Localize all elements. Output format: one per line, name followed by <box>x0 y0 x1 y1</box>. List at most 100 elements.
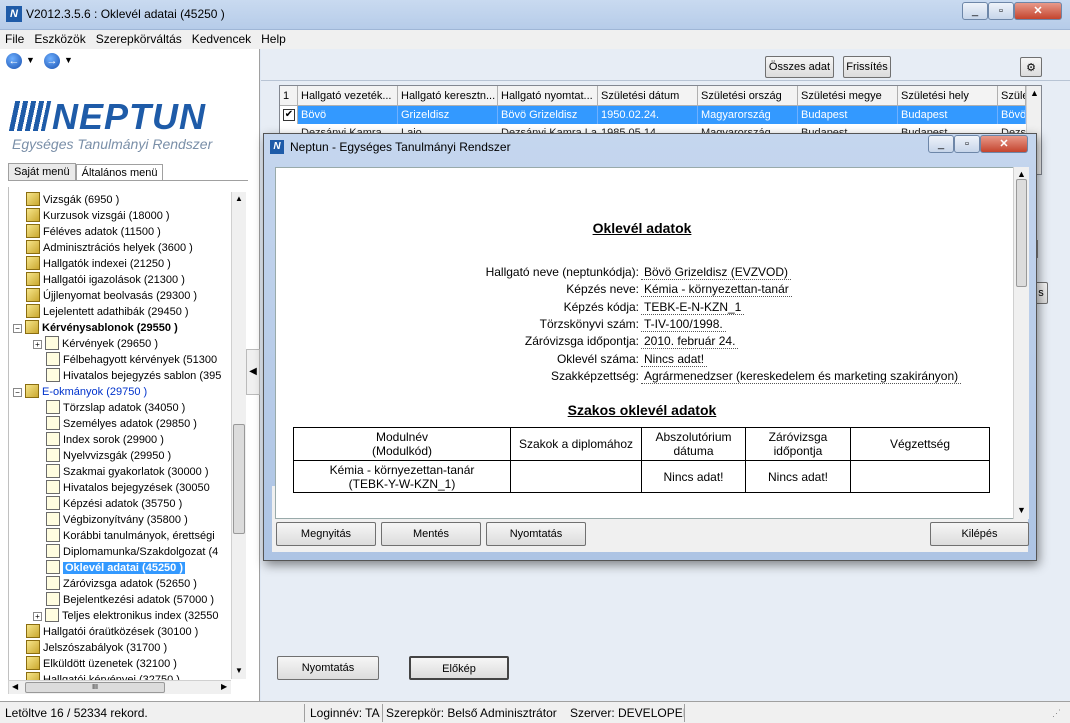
menu-help[interactable]: Help <box>256 30 291 48</box>
preview-scroll-thumb[interactable] <box>1016 179 1027 287</box>
tree-item[interactable]: Hallgatói igazolások (21300 ) <box>26 272 185 288</box>
scroll-left-icon[interactable]: ◀ <box>12 682 18 691</box>
settings-icon[interactable]: ⚙ <box>1020 57 1042 77</box>
tree-item[interactable]: Nyelvvizsgák (29950 ) <box>46 448 171 464</box>
tree-scroll-thumb[interactable] <box>233 424 245 534</box>
scroll-right-icon[interactable]: ▶ <box>221 682 227 691</box>
grid-column-header[interactable]: Születési ország <box>698 86 798 106</box>
dialog-close-button[interactable]: ✕ <box>980 135 1028 153</box>
back-dropdown-icon[interactable]: ▼ <box>26 55 35 65</box>
preview-vertical-scrollbar[interactable]: ▲ ▼ <box>1013 167 1029 519</box>
grid-cell[interactable]: Budapest <box>898 106 998 124</box>
osszes-adat-button[interactable]: Összes adat <box>765 56 834 78</box>
tree-item[interactable]: Diplomamunka/Szakdolgozat (4 <box>46 544 218 560</box>
minimize-button[interactable]: _ <box>962 2 988 20</box>
tree-item[interactable]: − E-okmányok (29750 ) <box>13 384 147 400</box>
tree-item[interactable]: + Kérvények (29650 ) <box>33 336 158 352</box>
grid-column-header[interactable]: Születési dátum <box>598 86 698 106</box>
mentes-button[interactable]: Mentés <box>381 522 481 546</box>
tree-item-label: Kurzusok vizsgái (18000 ) <box>43 210 170 222</box>
tree-item[interactable]: + Teljes elektronikus index (32550 <box>33 608 219 624</box>
maximize-button[interactable]: ▫ <box>988 2 1014 20</box>
document-icon <box>46 368 60 382</box>
menu-szerepkorvaltas[interactable]: Szerepkörváltás <box>91 30 187 48</box>
grid-cell[interactable]: Bövö Grizeldisz <box>498 106 598 124</box>
megnyitas-button[interactable]: Megnyitás <box>276 522 376 546</box>
module-folder-icon <box>26 272 40 286</box>
frissites-button[interactable]: Frissítés <box>843 56 891 78</box>
tree-item[interactable]: Szakmai gyakorlatok (30000 ) <box>46 464 209 480</box>
row-checkbox[interactable]: ✔ <box>280 106 298 124</box>
grid-column-header[interactable]: Szüle <box>998 86 1026 106</box>
scroll-down-icon[interactable]: ▼ <box>235 666 243 675</box>
expand-icon[interactable]: + <box>33 340 42 349</box>
grid-cell[interactable]: Bövö <box>298 106 398 124</box>
tree-item[interactable]: Félbehagyott kérvények (51300 <box>46 352 217 368</box>
collapse-icon[interactable]: − <box>13 388 22 397</box>
tab-sajat-menu[interactable]: Saját menü <box>8 163 76 180</box>
tree-item[interactable]: Vizsgák (6950 ) <box>26 192 119 208</box>
tree-item[interactable]: Kurzusok vizsgái (18000 ) <box>26 208 170 224</box>
tree-item[interactable]: Záróvizsga adatok (52650 ) <box>46 576 197 592</box>
tree-item[interactable]: − Kérvénysablonok (29550 ) <box>13 320 178 336</box>
grid-column-header[interactable]: Születési hely <box>898 86 998 106</box>
field-label: Záróvizsga időpontja: <box>524 334 639 349</box>
scroll-up-icon[interactable]: ▲ <box>235 194 243 203</box>
tree-item[interactable]: Hallgatók indexei (21250 ) <box>26 256 171 272</box>
close-button[interactable]: ✕ <box>1014 2 1062 20</box>
menu-kedvencek[interactable]: Kedvencek <box>187 30 256 48</box>
tab-altalanos-menu[interactable]: Általános menü <box>75 164 164 181</box>
grid-column-header[interactable]: Születési megye <box>798 86 898 106</box>
scroll-down-icon[interactable]: ▼ <box>1017 505 1026 515</box>
tree-item[interactable]: Adminisztrációs helyek (3600 ) <box>26 240 193 256</box>
elokep-button[interactable]: Előkép <box>409 656 509 680</box>
tree-item[interactable]: Lejelentett adathibák (29450 ) <box>26 304 189 320</box>
tree-item[interactable]: Index sorok (29900 ) <box>46 432 164 448</box>
menu-eszkozok[interactable]: Eszközök <box>29 30 90 48</box>
grid-column-header[interactable]: Hallgató nyomtat... <box>498 86 598 106</box>
tree-hscroll-thumb[interactable]: III <box>25 682 165 693</box>
tree-item[interactable]: Korábbi tanulmányok, érettségi <box>46 528 215 544</box>
kilepes-button[interactable]: Kilépés <box>930 522 1029 546</box>
grid-cell[interactable]: Grizeldisz <box>398 106 498 124</box>
tree-item[interactable]: Képzési adatok (35750 ) <box>46 496 182 512</box>
report-preview: Oklevél adatok Hallgató neve (neptunkódj… <box>275 167 1015 519</box>
tree-item[interactable]: Végbizonyítvány (35800 ) <box>46 512 188 528</box>
tree-item[interactable]: Hivatalos bejegyzések (30050 <box>46 480 210 496</box>
tree-item[interactable]: Újjlenyomat beolvasás (29300 ) <box>26 288 197 304</box>
tree-item[interactable]: Személyes adatok (29850 ) <box>46 416 197 432</box>
tree-item[interactable]: Hallgatói óraütközések (30100 ) <box>26 624 198 640</box>
logo-subtitle: Egységes Tanulmányi Rendszer <box>12 136 213 152</box>
tree-item[interactable]: Jelszószabályok (31700 ) <box>26 640 167 656</box>
scroll-up-icon[interactable]: ▲ <box>1030 88 1039 98</box>
tree-item[interactable]: Bejelentkezési adatok (57000 ) <box>46 592 214 608</box>
grid-column-header[interactable]: Hallgató vezeték... <box>298 86 398 106</box>
grid-column-header[interactable]: Hallgató keresztn... <box>398 86 498 106</box>
tree-horizontal-scrollbar[interactable]: ◀ III ▶ <box>8 680 231 694</box>
document-icon <box>46 560 60 574</box>
tree-item[interactable]: Elküldött üzenetek (32100 ) <box>26 656 177 672</box>
grid-cell[interactable]: Magyarország <box>698 106 798 124</box>
grid-cell[interactable]: Budapest <box>798 106 898 124</box>
dialog-minimize-button[interactable]: _ <box>928 135 954 153</box>
scroll-up-icon[interactable]: ▲ <box>1017 169 1026 179</box>
grid-cell[interactable]: Bövö <box>998 106 1026 124</box>
dialog-maximize-button[interactable]: ▫ <box>954 135 980 153</box>
back-icon[interactable]: ← <box>6 53 22 69</box>
collapse-icon[interactable]: − <box>13 324 22 333</box>
tree-vertical-scrollbar[interactable]: ▲ ▼ <box>231 192 246 679</box>
forward-icon[interactable]: → <box>44 53 60 69</box>
tree-item[interactable]: Törzslap adatok (34050 ) <box>46 400 185 416</box>
dialog-nyomtatas-button[interactable]: Nyomtatás <box>486 522 586 546</box>
tree-item[interactable]: Oklevél adatai (45250 ) <box>46 560 186 576</box>
tree-item[interactable]: Hallgatói kérvényei (32750 ) <box>26 672 180 680</box>
grid-cell[interactable]: 1950.02.24. <box>598 106 698 124</box>
menu-file[interactable]: File <box>0 30 29 48</box>
forward-dropdown-icon[interactable]: ▼ <box>64 55 73 65</box>
tree-item[interactable]: Féléves adatok (11500 ) <box>26 224 161 240</box>
nyomtatas-button[interactable]: Nyomtatás <box>277 656 379 680</box>
collapse-panel-button[interactable]: ◀ <box>246 349 260 395</box>
expand-icon[interactable]: + <box>33 612 42 621</box>
resize-grip-icon[interactable]: ⋰ <box>1052 708 1061 719</box>
tree-item[interactable]: Hivatalos bejegyzés sablon (395 <box>46 368 221 384</box>
